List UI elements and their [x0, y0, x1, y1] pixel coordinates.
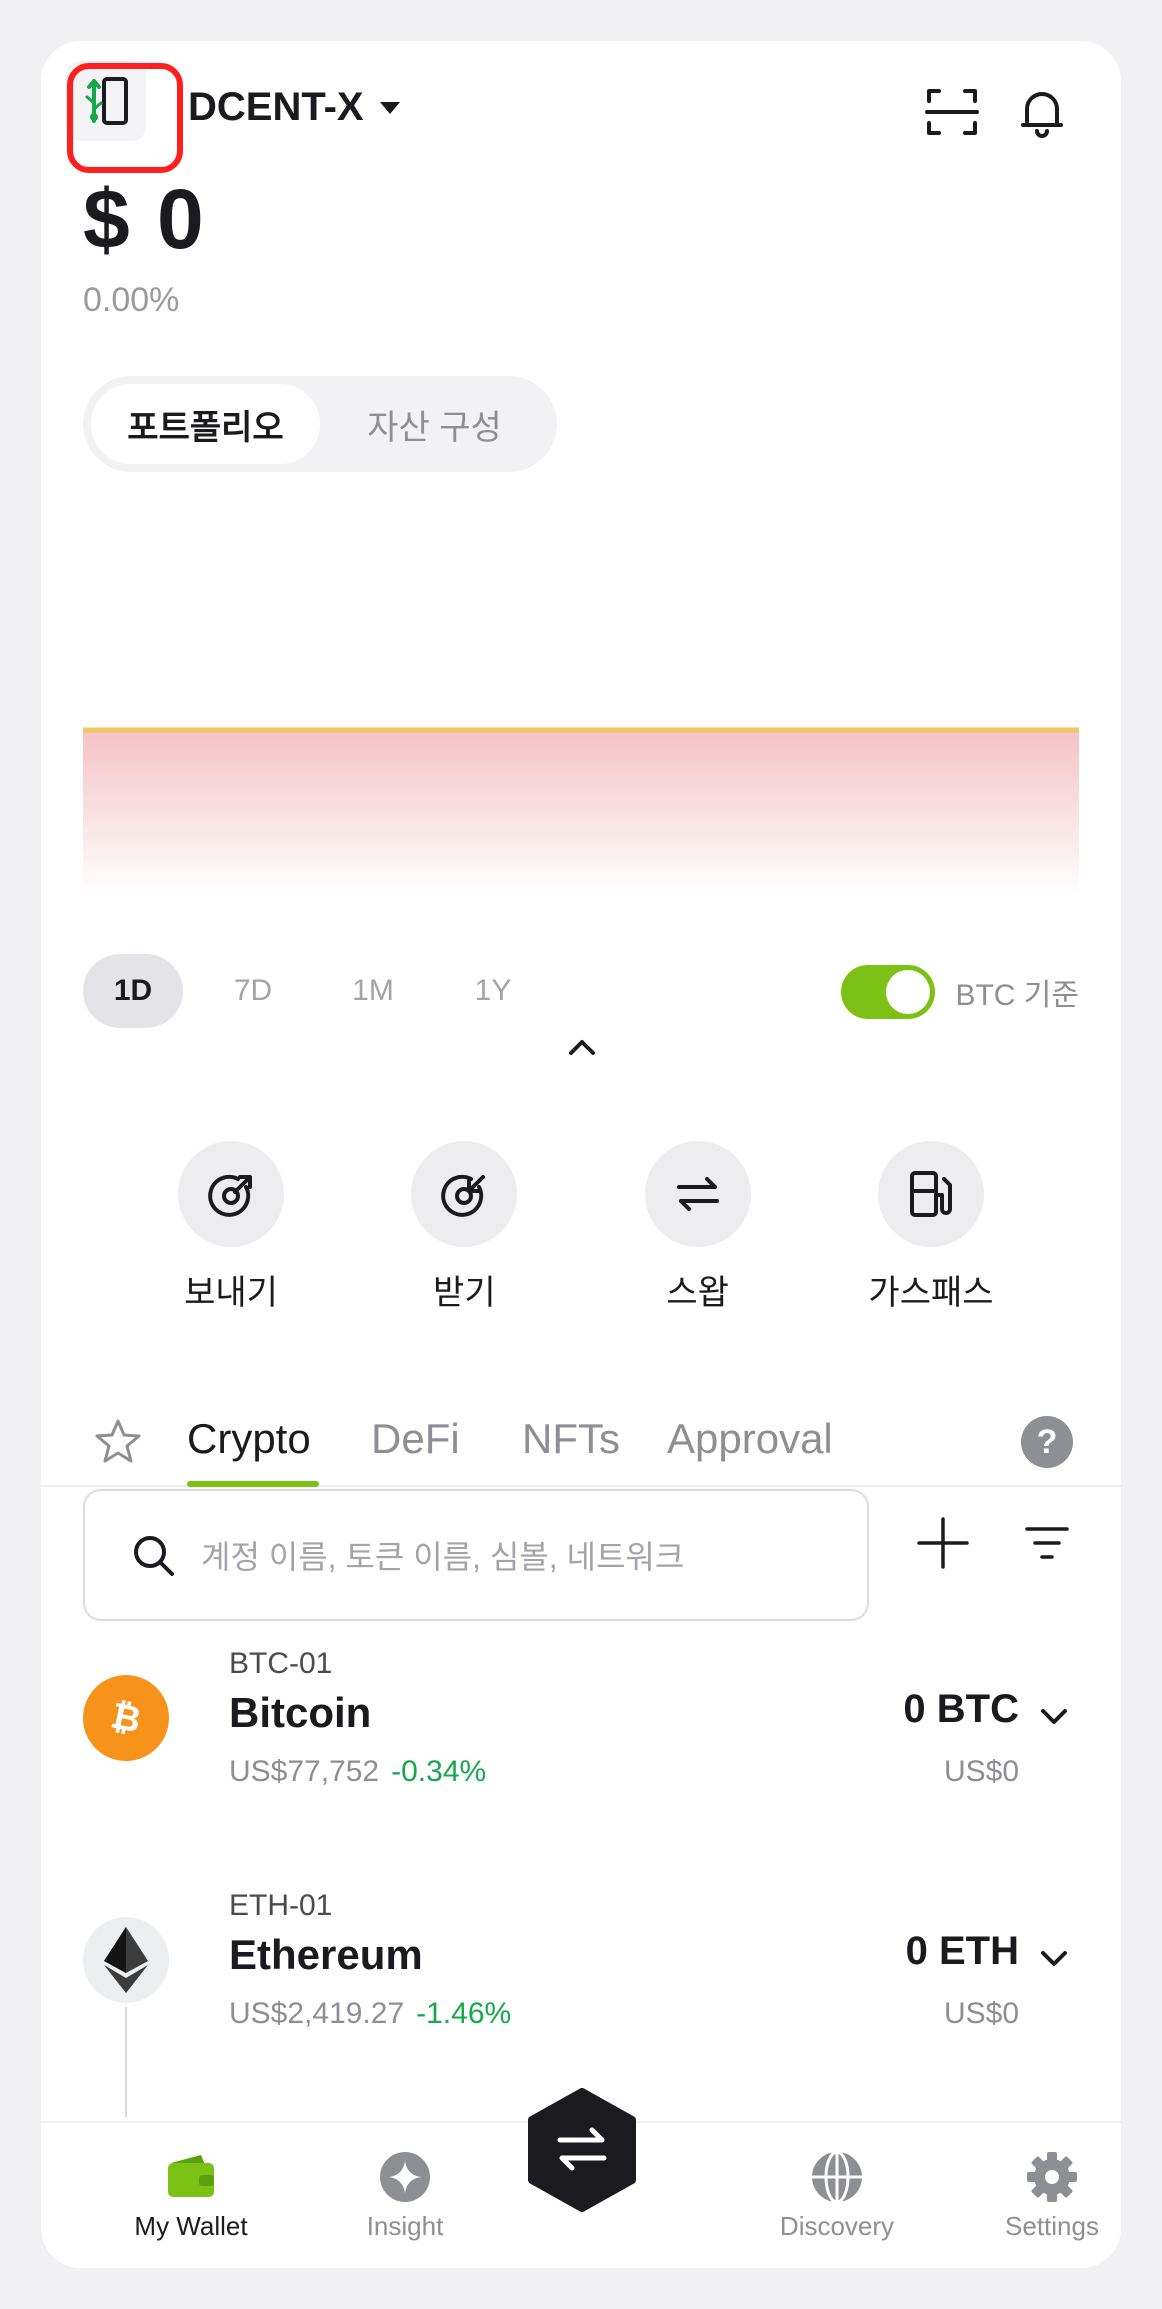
coin-change: -0.34%	[391, 1755, 487, 1788]
tab-crypto[interactable]: Crypto	[187, 1415, 311, 1463]
coin-price: US$77,752	[229, 1755, 380, 1788]
price-row: US$2,419.27 -1.46%	[229, 1997, 511, 2031]
ethereum-icon	[83, 1917, 169, 2003]
asset-row-ethereum[interactable]: ETH-01 Ethereum US$2,419.27 -1.46% 0 ETH…	[83, 1889, 1079, 2117]
total-balance: $ 0	[83, 172, 206, 266]
gas-pass-button[interactable]	[877, 1141, 984, 1247]
portfolio-chart	[83, 727, 1079, 894]
bitcoin-icon: ₿	[83, 1675, 169, 1761]
period-1y[interactable]: 1Y	[443, 954, 543, 1028]
balance-change: 0.00%	[83, 281, 180, 319]
btc-basis-control: BTC 기준	[841, 965, 1079, 1019]
star-icon[interactable]	[93, 1417, 143, 1467]
coin-price: US$2,419.27	[229, 1997, 405, 2030]
quick-actions: 보내기 받기 스왑 가스패스	[141, 1141, 1021, 1314]
nav-label: Discovery	[779, 2211, 895, 2241]
filter-icon[interactable]	[1015, 1511, 1079, 1575]
caret-down-icon	[379, 101, 400, 114]
receive-action[interactable]: 받기	[374, 1141, 554, 1314]
period-1d[interactable]: 1D	[83, 954, 183, 1028]
nav-label: Insight	[366, 2211, 444, 2241]
bitcoin-symbol-icon: ₿	[107, 1695, 144, 1741]
sparkle-icon	[377, 2149, 433, 2205]
chevron-down-icon[interactable]	[1037, 1941, 1071, 1975]
send-button[interactable]	[178, 1141, 284, 1247]
asset-row-bitcoin[interactable]: ₿ BTC-01 Bitcoin US$77,752 -0.34% 0 BTC …	[83, 1647, 1079, 1847]
gas-pass-action[interactable]: 가스패스	[841, 1141, 1021, 1314]
send-icon	[208, 1174, 252, 1217]
receive-button[interactable]	[411, 1141, 518, 1247]
coin-usd-value: US$0	[943, 1997, 1019, 2030]
nav-label: My Wallet	[134, 2211, 248, 2241]
chevron-down-icon[interactable]	[1037, 1699, 1071, 1733]
wallet-screen: DCENT-X $ 0 0.00% 포트폴리오 자산 구성 1D 7D 1M 1…	[41, 41, 1121, 2268]
coin-change: -1.46%	[416, 1997, 512, 2030]
tab-approval[interactable]: Approval	[667, 1415, 833, 1463]
device-highlight-box	[67, 63, 183, 173]
swap-button[interactable]	[644, 1141, 751, 1247]
nav-discovery[interactable]: Discovery	[757, 2149, 917, 2242]
nav-insight[interactable]: Insight	[325, 2149, 485, 2242]
send-label: 보내기	[184, 1274, 278, 1312]
account-label: ETH-01	[229, 1889, 333, 1922]
active-tab-indicator	[187, 1481, 319, 1487]
gas-pass-label: 가스패스	[868, 1274, 994, 1312]
btc-basis-label: BTC 기준	[955, 979, 1079, 1012]
globe-icon	[809, 2149, 865, 2205]
period-7d[interactable]: 7D	[203, 954, 303, 1028]
period-selector: 1D 7D 1M 1Y	[83, 954, 543, 1028]
send-action[interactable]: 보내기	[141, 1141, 321, 1314]
nav-label: Settings	[1005, 2211, 1099, 2241]
period-1m[interactable]: 1M	[323, 954, 423, 1028]
swap-fab-button[interactable]	[520, 2088, 644, 2212]
receive-icon	[441, 1174, 486, 1217]
ethereum-symbol-icon	[104, 1927, 148, 1993]
coin-amount: 0 ETH	[905, 1929, 1019, 1973]
swap-action[interactable]: 스왑	[608, 1141, 788, 1314]
price-row: US$77,752 -0.34%	[229, 1755, 486, 1789]
chart-area-fill	[83, 730, 1079, 894]
search-placeholder: 계정 이름, 토큰 이름, 심볼, 네트워크	[201, 1539, 685, 1575]
wallet-selector[interactable]: DCENT-X	[188, 85, 400, 130]
segment-asset-allocation[interactable]: 자산 구성	[320, 384, 549, 464]
svg-text:₿: ₿	[107, 1695, 144, 1741]
tab-nfts[interactable]: NFTs	[522, 1415, 620, 1463]
plus-icon[interactable]	[911, 1511, 975, 1575]
gas-pump-icon	[909, 1171, 952, 1217]
btc-basis-toggle[interactable]	[841, 965, 936, 1019]
bell-icon[interactable]	[1009, 79, 1075, 145]
segment-portfolio[interactable]: 포트폴리오	[91, 384, 320, 464]
toggle-knob	[886, 970, 931, 1014]
wallet-name-label: DCENT-X	[188, 85, 364, 129]
scan-icon[interactable]	[919, 79, 985, 145]
receive-label: 받기	[433, 1274, 496, 1312]
wallet-icon	[163, 2149, 219, 2205]
search-field[interactable]: 계정 이름, 토큰 이름, 심볼, 네트워크	[83, 1489, 869, 1621]
search-icon	[134, 1536, 174, 1576]
tab-defi[interactable]: DeFi	[371, 1415, 460, 1463]
asset-tabs: Crypto DeFi NFTs Approval	[41, 1371, 1121, 1487]
nav-settings[interactable]: Settings	[972, 2149, 1121, 2242]
help-icon[interactable]: ?	[1021, 1416, 1073, 1468]
coin-name: Bitcoin	[229, 1689, 372, 1736]
coin-amount: 0 BTC	[903, 1687, 1019, 1731]
swap-label: 스왑	[666, 1274, 729, 1312]
swap-icon	[676, 1177, 719, 1211]
chevron-up-icon[interactable]	[565, 1031, 599, 1065]
account-label: BTC-01	[229, 1647, 333, 1680]
coin-usd-value: US$0	[943, 1755, 1019, 1788]
coin-name: Ethereum	[229, 1931, 423, 1978]
view-segment-control: 포트폴리오 자산 구성	[83, 376, 557, 472]
gear-icon	[1024, 2149, 1080, 2205]
row-connector-line	[125, 2007, 127, 2117]
nav-my-wallet[interactable]: My Wallet	[111, 2149, 271, 2242]
